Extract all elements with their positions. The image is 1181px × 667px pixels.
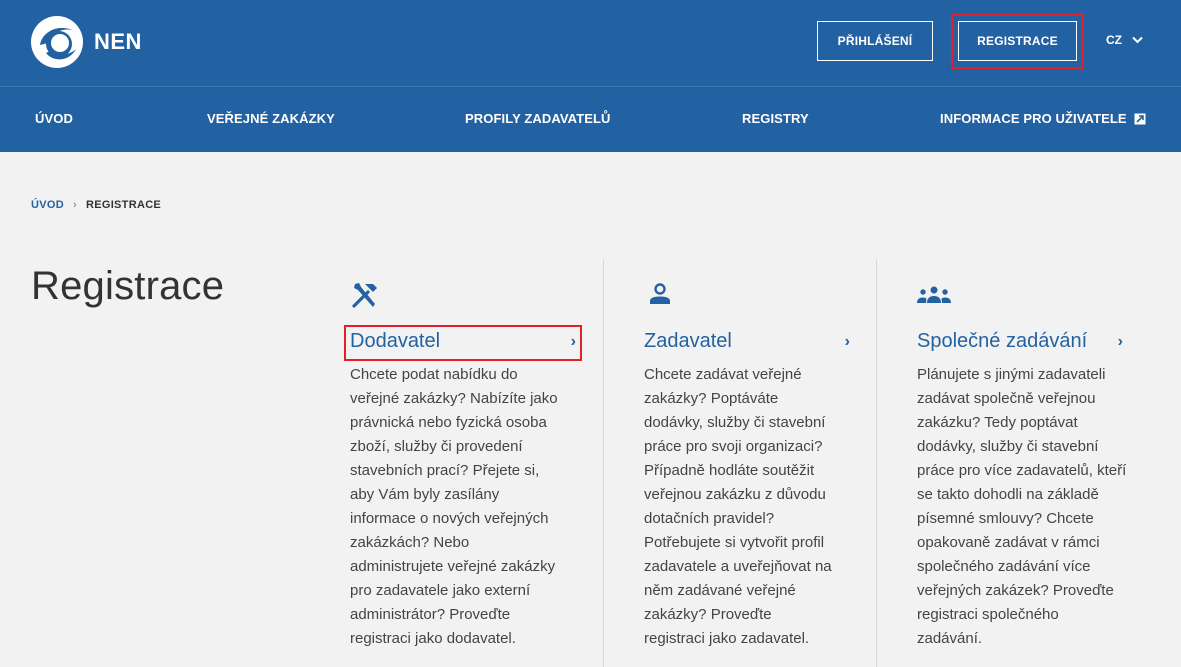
nen-logo-icon: [31, 16, 83, 68]
nav-item-label: PROFILY ZADAVATELŮ: [465, 111, 611, 126]
text-line: stavebních prací? Přejete si,: [350, 462, 540, 479]
text-line: veřejné zakázky? Nabízíte jako: [350, 390, 558, 407]
text-line: registraci jako zadavatel.: [644, 630, 810, 647]
card-description: Chcete zadávat veřejné zakázky? Poptávát…: [644, 363, 869, 651]
nav-item-verejne-zakazky[interactable]: VEŘEJNÉ ZAKÁZKY: [207, 111, 335, 126]
text-line: administrujete veřejné zakázky: [350, 558, 556, 575]
chevron-right-icon: ›: [1117, 332, 1123, 350]
logo-text: NEN: [94, 29, 142, 54]
external-link-icon: [1134, 113, 1146, 124]
text-line: zakázky? Proveďte: [644, 606, 772, 623]
text-line: zakázku? Tedy poptávat: [917, 414, 1078, 431]
text-line: dodávky, služby či stavební: [917, 438, 1099, 455]
language-label: CZ: [1106, 33, 1122, 47]
card-dodavatel-highlight: [344, 325, 582, 361]
logo[interactable]: NEN: [30, 15, 142, 69]
chevron-right-icon: ›: [844, 332, 850, 350]
text-line: společného zadávání více: [917, 558, 1091, 575]
text-line: zadávat společně veřejnou: [917, 390, 1096, 407]
login-button[interactable]: PŘIHLÁŠENÍ: [817, 21, 933, 61]
card-zadavatel-link[interactable]: Zadavatel ›: [644, 330, 850, 353]
column-divider: [603, 259, 604, 667]
text-line: práce pro více zadavatelů, kteří: [917, 462, 1127, 479]
card-title: Zadavatel: [644, 330, 732, 352]
breadcrumb-separator: ›: [72, 199, 77, 211]
text-line: registraci společného: [917, 606, 1059, 623]
tools-icon: [351, 280, 381, 315]
text-line: právnická nebo fyzická osoba: [350, 414, 547, 431]
register-button[interactable]: REGISTRACE: [958, 21, 1077, 61]
nav-item-label: INFORMACE PRO UŽIVATELE: [940, 111, 1127, 126]
breadcrumb: ÚVOD › REGISTRACE: [31, 199, 161, 211]
text-line: dotačních pravidel?: [644, 510, 775, 527]
text-line: administrátor? Proveďte: [350, 606, 511, 623]
text-line: Plánujete s jinými zadavateli: [917, 366, 1106, 383]
text-line: veřejnou zakázku z důvodu: [644, 486, 826, 503]
text-line: Chcete podat nabídku do: [350, 366, 518, 383]
text-line: písemné smlouvy? Chcete: [917, 510, 1094, 527]
text-line: Chcete zadávat veřejné: [644, 366, 802, 383]
text-line: Potřebujete si vytvořit profil: [644, 534, 825, 551]
breadcrumb-current: REGISTRACE: [85, 199, 162, 211]
text-line: zadávání.: [917, 630, 983, 647]
nav-item-label: ÚVOD: [35, 111, 73, 126]
card-description: Plánujete s jinými zadavateli zadávat sp…: [917, 363, 1147, 651]
card-description: Chcete podat nabídku do veřejné zakázky?…: [350, 363, 595, 651]
group-icon: [917, 286, 951, 309]
text-line: zakázky? Poptáváte: [644, 390, 779, 407]
text-line: pro zadavatele jako externí: [350, 582, 531, 599]
text-line: informace o nových veřejných: [350, 510, 549, 527]
nav-item-profily-zadavatelu[interactable]: PROFILY ZADAVATELŮ: [465, 111, 611, 126]
language-selector[interactable]: CZ: [1106, 33, 1143, 47]
text-line: zadavatele a uveřejňovat na: [644, 558, 832, 575]
card-spolecne-zadavani-link[interactable]: Společné zadávání ›: [917, 330, 1123, 353]
text-line: zakázkách? Nebo: [350, 534, 470, 551]
text-line: dodávky, služby či stavební: [644, 414, 826, 431]
page-title: Registrace: [31, 264, 225, 308]
card-title: Společné zadávání: [917, 330, 1088, 352]
top-bar: NEN PŘIHLÁŠENÍ REGISTRACE CZ: [0, 0, 1181, 86]
nav-item-informace-pro-uzivatele[interactable]: INFORMACE PRO UŽIVATELE: [940, 111, 1146, 126]
nav-item-registry[interactable]: REGISTRY: [742, 111, 809, 126]
person-icon: [648, 282, 672, 311]
text-line: Případně hodláte soutěžit: [644, 462, 815, 479]
text-line: aby Vám byly zasílány: [350, 486, 500, 503]
text-line: registraci jako dodavatel.: [350, 630, 516, 647]
text-line: opakovaně zadávat v rámci: [917, 534, 1100, 551]
text-line: veřejných zakázek? Proveďte: [917, 582, 1114, 599]
nav-item-label: REGISTRY: [742, 111, 809, 126]
chevron-down-icon: [1132, 36, 1143, 44]
breadcrumb-home-link[interactable]: ÚVOD: [31, 199, 64, 211]
nav-item-label: VEŘEJNÉ ZAKÁZKY: [207, 111, 335, 126]
nav-item-uvod[interactable]: ÚVOD: [35, 111, 73, 126]
column-divider: [876, 259, 877, 667]
main-nav: ÚVOD VEŘEJNÉ ZAKÁZKY PROFILY ZADAVATELŮ …: [0, 86, 1181, 152]
text-line: zboží, služby či provedení: [350, 438, 523, 455]
text-line: se takto dohodli na základě: [917, 486, 1099, 503]
text-line: práce pro svoji organizaci?: [644, 438, 823, 455]
text-line: něm zadávané veřejné: [644, 582, 796, 599]
